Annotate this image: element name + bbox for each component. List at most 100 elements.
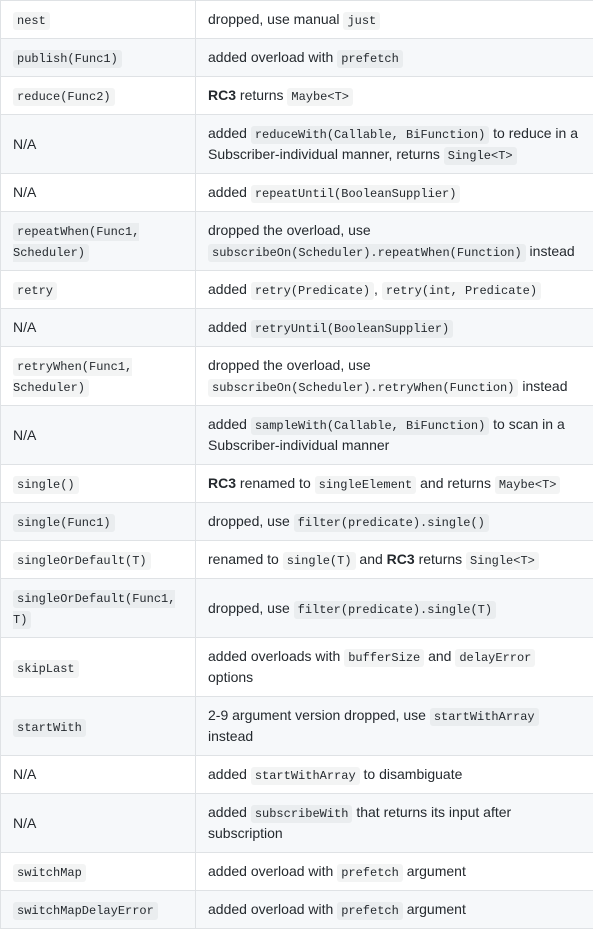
api-desc-cell: added retry(Predicate), retry(int, Predi… (196, 271, 593, 309)
code-token: subscribeWith (251, 805, 353, 823)
code-token: singleOrDefault(T) (13, 552, 151, 570)
table-row: N/Aadded sampleWith(Callable, BiFunction… (1, 406, 593, 465)
api-name-cell: singleOrDefault(T) (1, 541, 196, 579)
code-token: subscribeOn(Scheduler).retryWhen(Functio… (208, 379, 518, 397)
code-token: singleOrDefault(Func1, T) (13, 590, 175, 629)
code-token: single(T) (283, 552, 356, 570)
table-row: skipLast added overloads with bufferSize … (1, 638, 593, 697)
api-desc-cell: RC3 returns Maybe<T> (196, 77, 593, 115)
api-name-cell: skipLast (1, 638, 196, 697)
api-desc-cell: dropped, use manual just (196, 1, 593, 39)
table-row: retry added retry(Predicate), retry(int, … (1, 271, 593, 309)
table-row: single() RC3 renamed to singleElement and… (1, 465, 593, 503)
api-name-cell: N/A (1, 309, 196, 347)
code-token: publish(Func1) (13, 50, 122, 68)
code-token: retry(int, Predicate) (382, 282, 541, 300)
api-desc-cell: renamed to single(T) and RC3 returns Sin… (196, 541, 593, 579)
code-token: nest (13, 12, 50, 30)
code-token: single() (13, 476, 79, 494)
api-name-cell: retry (1, 271, 196, 309)
code-token: repeatWhen(Func1, Scheduler) (13, 223, 139, 262)
code-token: subscribeOn(Scheduler).repeatWhen(Functi… (208, 244, 526, 262)
table-row: reduce(Func2) RC3 returns Maybe<T> (1, 77, 593, 115)
api-desc-cell: added retryUntil(BooleanSupplier) (196, 309, 593, 347)
code-token: prefetch (337, 864, 403, 882)
api-name-cell: N/A (1, 174, 196, 212)
api-desc-cell: added startWithArray to disambiguate (196, 756, 593, 794)
api-desc-cell: added overload with prefetch argument (196, 891, 593, 929)
emphasis: RC3 (208, 87, 236, 103)
api-name-cell: retryWhen(Func1, Scheduler) (1, 347, 196, 406)
code-token: repeatUntil(BooleanSupplier) (251, 185, 461, 203)
api-name-cell: singleOrDefault(Func1, T) (1, 579, 196, 638)
api-desc-cell: dropped the overload, use subscribeOn(Sc… (196, 347, 593, 406)
code-token: startWith (13, 719, 86, 737)
code-token: retry (13, 282, 57, 300)
code-token: switchMapDelayError (13, 902, 158, 920)
api-desc-cell: 2-9 argument version dropped, use startW… (196, 697, 593, 756)
table-row: retryWhen(Func1, Scheduler) dropped the o… (1, 347, 593, 406)
code-token: sampleWith(Callable, BiFunction) (251, 417, 489, 435)
table-row: publish(Func1)added overload with prefet… (1, 39, 593, 77)
api-name-cell: switchMap (1, 853, 196, 891)
emphasis: RC3 (387, 551, 415, 567)
code-token: Single<T> (466, 552, 539, 570)
api-name-cell: reduce(Func2) (1, 77, 196, 115)
code-token: startWithArray (251, 767, 360, 785)
code-token: singleElement (315, 476, 417, 494)
api-name-cell: single() (1, 465, 196, 503)
code-token: prefetch (337, 902, 403, 920)
api-desc-cell: added reduceWith(Callable, BiFunction) t… (196, 115, 593, 174)
code-token: just (343, 12, 380, 30)
code-token: retryUntil(BooleanSupplier) (251, 320, 453, 338)
api-name-cell: single(Func1) (1, 503, 196, 541)
api-desc-cell: dropped, use filter(predicate).single(T) (196, 579, 593, 638)
code-token: Maybe<T> (287, 88, 353, 106)
code-token: Maybe<T> (495, 476, 561, 494)
code-token: startWithArray (430, 708, 539, 726)
code-token: single(Func1) (13, 514, 115, 532)
api-desc-cell: added repeatUntil(BooleanSupplier) (196, 174, 593, 212)
table-row: N/Aadded startWithArray to disambiguate (1, 756, 593, 794)
table-row: single(Func1) dropped, use filter(predica… (1, 503, 593, 541)
api-desc-cell: dropped, use filter(predicate).single() (196, 503, 593, 541)
table-row: nest dropped, use manual just (1, 1, 593, 39)
code-token: skipLast (13, 660, 79, 678)
api-desc-cell: dropped the overload, use subscribeOn(Sc… (196, 212, 593, 271)
api-name-cell: startWith (1, 697, 196, 756)
api-desc-cell: added sampleWith(Callable, BiFunction) t… (196, 406, 593, 465)
api-name-cell: repeatWhen(Func1, Scheduler) (1, 212, 196, 271)
code-token: prefetch (337, 50, 403, 68)
table-row: N/Aadded retryUntil(BooleanSupplier) (1, 309, 593, 347)
code-token: filter(predicate).single(T) (294, 601, 496, 619)
table-row: startWith 2-9 argument version dropped, u… (1, 697, 593, 756)
code-token: retryWhen(Func1, Scheduler) (13, 358, 132, 397)
api-name-cell: N/A (1, 406, 196, 465)
api-name-cell: publish(Func1) (1, 39, 196, 77)
code-token: reduce(Func2) (13, 88, 115, 106)
api-name-cell: nest (1, 1, 196, 39)
api-desc-cell: added overloads with bufferSize and dela… (196, 638, 593, 697)
table-row: singleOrDefault(T) renamed to single(T) a… (1, 541, 593, 579)
api-desc-cell: added subscribeWith that returns its inp… (196, 794, 593, 853)
code-token: Single<T> (444, 147, 517, 165)
table-row: N/Aadded subscribeWith that returns its … (1, 794, 593, 853)
api-name-cell: N/A (1, 756, 196, 794)
code-token: reduceWith(Callable, BiFunction) (251, 126, 489, 144)
emphasis: RC3 (208, 475, 236, 491)
api-name-cell: switchMapDelayError (1, 891, 196, 929)
api-desc-cell: added overload with prefetch argument (196, 853, 593, 891)
api-diff-table: nestdropped, use manual justpublish(Func… (0, 0, 593, 929)
code-token: switchMap (13, 864, 86, 882)
code-token: retry(Predicate) (251, 282, 374, 300)
api-name-cell: N/A (1, 115, 196, 174)
api-desc-cell: RC3 renamed to singleElement and returns… (196, 465, 593, 503)
api-name-cell: N/A (1, 794, 196, 853)
table-row: N/Aadded reduceWith(Callable, BiFunction… (1, 115, 593, 174)
table-row: N/Aadded repeatUntil(BooleanSupplier) (1, 174, 593, 212)
table-row: singleOrDefault(Func1, T) dropped, use fi… (1, 579, 593, 638)
table-row: switchMap added overload with prefetch ar… (1, 853, 593, 891)
code-token: delayError (455, 649, 535, 667)
table-row: repeatWhen(Func1, Scheduler) dropped the … (1, 212, 593, 271)
table-row: switchMapDelayError added overload with p… (1, 891, 593, 929)
